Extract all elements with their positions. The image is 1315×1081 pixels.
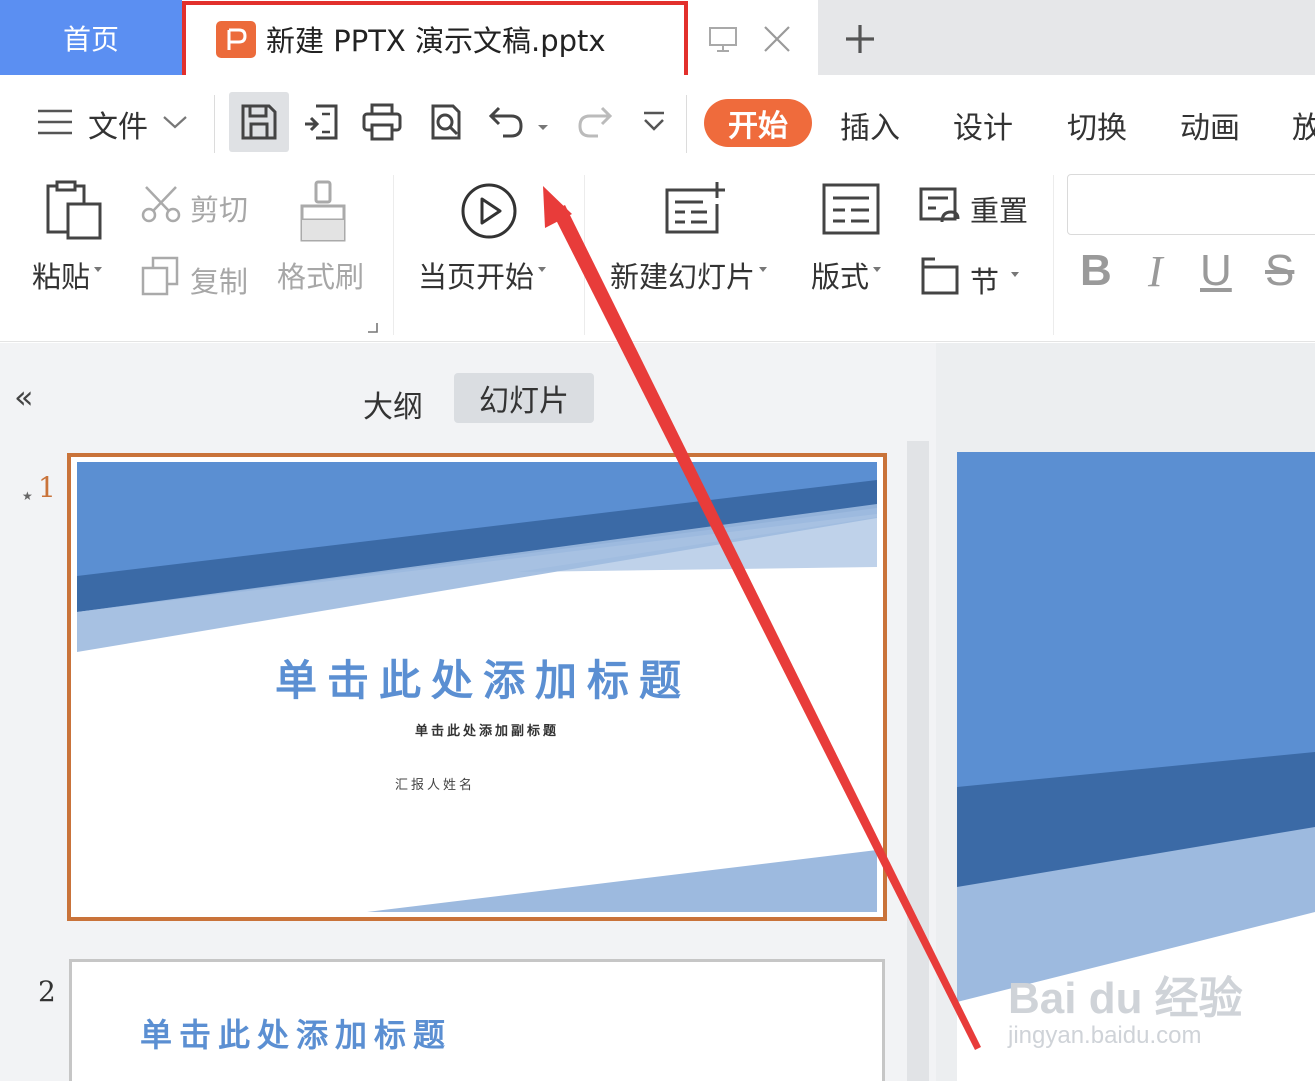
collapse-pane-button[interactable]: « — [14, 378, 34, 416]
close-tab-icon[interactable] — [762, 24, 792, 58]
chevron-down-icon — [162, 114, 188, 134]
section-button[interactable]: 节 — [970, 259, 1020, 301]
watermark-url: jingyan.baidu.com — [1008, 1022, 1202, 1049]
layout-button[interactable]: 版式 — [811, 254, 882, 296]
font-name-select[interactable] — [1067, 174, 1315, 235]
tab-slides[interactable]: 幻灯片 — [454, 373, 594, 423]
tab-document-title: 新建 PPTX 演示文稿.pptx — [266, 24, 606, 58]
save-icon[interactable] — [229, 92, 289, 152]
customize-toolbar-icon[interactable] — [624, 92, 684, 152]
export-pdf-icon[interactable] — [292, 92, 352, 152]
tab-home-label: 首页 — [62, 22, 119, 56]
tab-slideshow[interactable]: 放 — [1292, 103, 1315, 147]
play-icon[interactable] — [459, 181, 519, 245]
tab-animation[interactable]: 动画 — [1180, 103, 1240, 147]
slide-thumbnail-2[interactable]: 单击此处添加标题 — [69, 959, 885, 1081]
copy-button[interactable]: 复制 — [190, 259, 248, 301]
slide-thumbnail-1[interactable]: 单击此处添加标题 单击此处添加副标题 汇报人姓名 — [67, 453, 887, 921]
underline-button[interactable]: U — [1200, 246, 1232, 296]
reset-icon — [918, 186, 960, 230]
add-tab-icon[interactable] — [843, 22, 877, 60]
slide-number: 1 — [38, 471, 56, 504]
new-slide-icon[interactable] — [663, 180, 727, 240]
file-menu[interactable]: 文件 — [36, 102, 188, 146]
new-slide-label: 新建幻灯片 — [610, 260, 756, 294]
tab-start[interactable]: 开始 — [704, 99, 812, 147]
cut-button[interactable]: 剪切 — [190, 187, 248, 229]
slide-title: 单击此处添加标题 — [275, 656, 692, 705]
layout-icon[interactable] — [821, 182, 881, 240]
baidu-watermark: Bai du 经验 jingyan.baidu.com — [1008, 962, 1243, 1049]
undo-dropdown-icon[interactable] — [536, 118, 550, 137]
hamburger-icon — [36, 108, 74, 140]
print-icon[interactable] — [352, 92, 412, 152]
italic-button[interactable]: I — [1148, 246, 1163, 297]
ribbon-divider — [1053, 175, 1054, 335]
format-painter-button[interactable]: 格式刷 — [277, 254, 364, 296]
section-icon — [919, 255, 961, 301]
paste-button[interactable]: 粘贴 — [32, 254, 103, 296]
layout-label: 版式 — [811, 260, 870, 294]
copy-icon — [140, 255, 180, 301]
slide-title: 单击此处添加标题 — [140, 1016, 453, 1054]
print-preview-icon[interactable] — [415, 92, 475, 152]
paste-label: 粘贴 — [32, 260, 91, 294]
ribbon-divider — [584, 175, 585, 335]
monitor-icon[interactable] — [708, 26, 738, 58]
redo-icon[interactable] — [563, 92, 623, 152]
tab-home[interactable]: 首页 — [0, 0, 182, 75]
bold-button[interactable]: B — [1080, 246, 1112, 296]
play-from-current-label: 当页开始 — [418, 260, 535, 294]
slides-scrollbar[interactable] — [907, 441, 929, 1081]
tab-transitions[interactable]: 切换 — [1067, 103, 1127, 147]
tab-insert[interactable]: 插入 — [840, 103, 900, 147]
slide-subtitle: 单击此处添加副标题 — [415, 724, 560, 739]
presentation-file-icon — [216, 21, 256, 58]
toolbar-divider — [686, 95, 687, 153]
strikethrough-button[interactable]: S — [1265, 246, 1294, 296]
new-slide-button[interactable]: 新建幻灯片 — [610, 254, 768, 296]
play-from-current-button[interactable]: 当页开始 — [418, 254, 547, 296]
slide-number: 2 — [38, 975, 56, 1008]
watermark-brand: Bai du 经验 — [1008, 974, 1243, 1023]
cut-icon — [140, 184, 182, 228]
tab-design[interactable]: 设计 — [953, 103, 1013, 147]
section-label: 节 — [970, 265, 1000, 299]
format-painter-icon — [298, 180, 348, 246]
slide-canvas: 单击此处添加标题 单击此处添加副标题 汇报人姓名 — [77, 462, 877, 912]
dialog-launcher-icon[interactable] — [367, 319, 379, 338]
toolbar-divider — [214, 95, 215, 153]
file-menu-label: 文件 — [88, 110, 148, 145]
slide-author: 汇报人姓名 — [395, 778, 476, 793]
paste-icon[interactable] — [44, 180, 104, 246]
undo-icon[interactable] — [478, 92, 538, 152]
animation-star-icon: ★ — [22, 489, 33, 503]
reset-button[interactable]: 重置 — [970, 188, 1028, 230]
tab-outline[interactable]: 大纲 — [363, 382, 423, 426]
ribbon-divider — [393, 175, 394, 335]
